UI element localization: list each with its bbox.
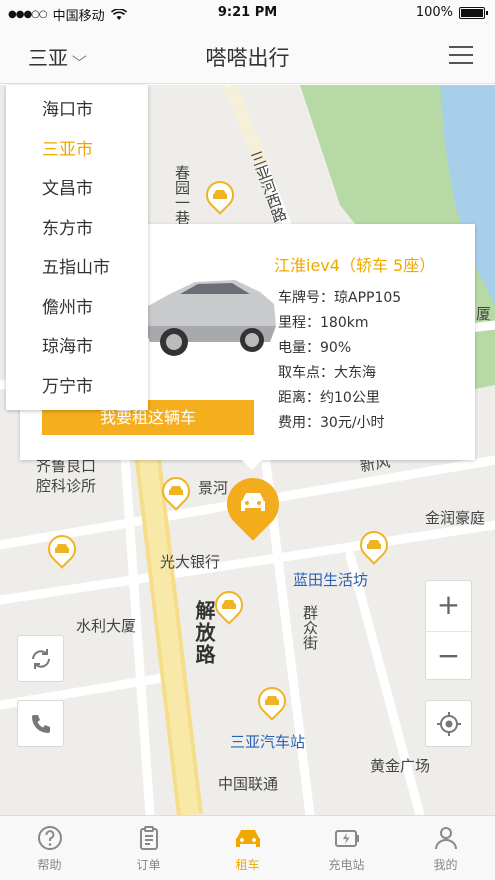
- charging-icon: [334, 830, 359, 847]
- battery-icon: [459, 6, 488, 19]
- tab-orders[interactable]: 订单: [99, 816, 198, 880]
- map-label-jinrun: 金润豪庭: [425, 509, 486, 527]
- car-icon: [235, 830, 260, 847]
- tab-label: 订单: [136, 858, 161, 872]
- tab-bar: 帮助 订单 租车 充电站 我的: [0, 815, 495, 880]
- map-label-chunyuan: 春园一巷: [173, 165, 191, 225]
- tab-label: 我的: [433, 858, 458, 872]
- car-pin[interactable]: [42, 529, 82, 569]
- car-icon: [367, 540, 381, 549]
- car-icon: [241, 493, 265, 511]
- map-label-qilu2: 腔科诊所: [36, 477, 97, 495]
- tab-profile[interactable]: 我的: [396, 816, 495, 880]
- refresh-icon: [31, 648, 50, 669]
- city-item[interactable]: 东方市: [6, 210, 148, 250]
- car-icon: [213, 190, 227, 199]
- city-item-selected[interactable]: 三亚市: [6, 131, 148, 171]
- tab-charging[interactable]: 充电站: [297, 816, 396, 880]
- city-item[interactable]: 海口市: [6, 91, 148, 131]
- city-item[interactable]: 琼海市: [6, 328, 148, 368]
- map-label-landian: 蓝田生活坊: [293, 571, 369, 589]
- mileage: 里程：180km: [278, 315, 369, 331]
- help-icon: [37, 826, 62, 850]
- car-pin[interactable]: [200, 175, 240, 215]
- map-label-guangda: 光大银行: [160, 553, 221, 571]
- car-pin[interactable]: [156, 471, 196, 511]
- map-label-huangjin: 黄金广场: [370, 757, 431, 775]
- order-icon: [139, 826, 158, 850]
- app-header: 三亚 ⌵ 嗒嗒出行: [0, 26, 495, 84]
- city-item[interactable]: 儋州市: [6, 289, 148, 329]
- call-button[interactable]: [17, 700, 64, 747]
- car-icon: [265, 696, 279, 705]
- battery-percent: 100%: [415, 5, 453, 20]
- city-item[interactable]: 五指山市: [6, 249, 148, 289]
- refresh-button[interactable]: [17, 635, 64, 682]
- menu-button[interactable]: [449, 46, 473, 64]
- car-pin[interactable]: [354, 525, 394, 565]
- selected-car-pin[interactable]: [216, 467, 290, 544]
- locate-button[interactable]: [425, 700, 472, 747]
- status-right: 100%: [415, 5, 488, 20]
- status-bar: ●●●○○ 中国移动 9:21 PM 100%: [0, 0, 495, 26]
- car-pin[interactable]: [209, 585, 249, 625]
- map-label-jinghe: 景河: [198, 479, 229, 497]
- city-item[interactable]: 文昌市: [6, 170, 148, 210]
- profile-icon: [434, 827, 457, 850]
- app-title: 嗒嗒出行: [205, 46, 290, 70]
- tab-label: 充电站: [328, 858, 365, 872]
- pickup-point: 取车点：大东海: [278, 365, 376, 381]
- tab-rent-car[interactable]: 租车: [198, 816, 297, 880]
- car-image: [144, 280, 276, 356]
- phone-icon: [31, 714, 50, 733]
- zoom-in-button[interactable]: +: [426, 581, 471, 631]
- tab-label: 帮助: [37, 858, 62, 872]
- map-label-qunzhong: 群众街: [301, 605, 319, 650]
- battery-level: 电量：90%: [278, 340, 352, 356]
- city-dropdown: 海口市 三亚市 文昌市 东方市 五指山市 儋州市 琼海市 万宁市: [6, 85, 148, 410]
- map-label-liantong: 中国联通: [218, 775, 279, 793]
- car-icon: [55, 544, 69, 553]
- map-label-shuili: 水利大厦: [76, 617, 137, 635]
- car-icon: [169, 486, 183, 495]
- locate-icon: [436, 711, 461, 736]
- car-name: 江淮iev4（轿车 5座）: [274, 256, 436, 275]
- map-label-qichezhan: 三亚汽车站: [230, 733, 306, 751]
- zoom-control: + −: [425, 580, 472, 680]
- tab-label: 租车: [235, 858, 260, 872]
- tab-help[interactable]: 帮助: [0, 816, 99, 880]
- distance: 距离：约10公里: [278, 390, 380, 406]
- zoom-out-button[interactable]: −: [426, 631, 471, 681]
- fee: 费用：30元/小时: [278, 415, 385, 431]
- hamburger-icon: [449, 46, 473, 48]
- car-details: 车牌号：琼APP105 里程：180km 电量：90% 取车点：大东海 距离：约…: [278, 286, 401, 436]
- car-pin[interactable]: [252, 681, 292, 721]
- map-label-daxia: 厦: [476, 305, 492, 323]
- plate-number: 车牌号：琼APP105: [278, 290, 402, 306]
- city-item[interactable]: 万宁市: [6, 368, 148, 408]
- car-icon: [222, 600, 236, 609]
